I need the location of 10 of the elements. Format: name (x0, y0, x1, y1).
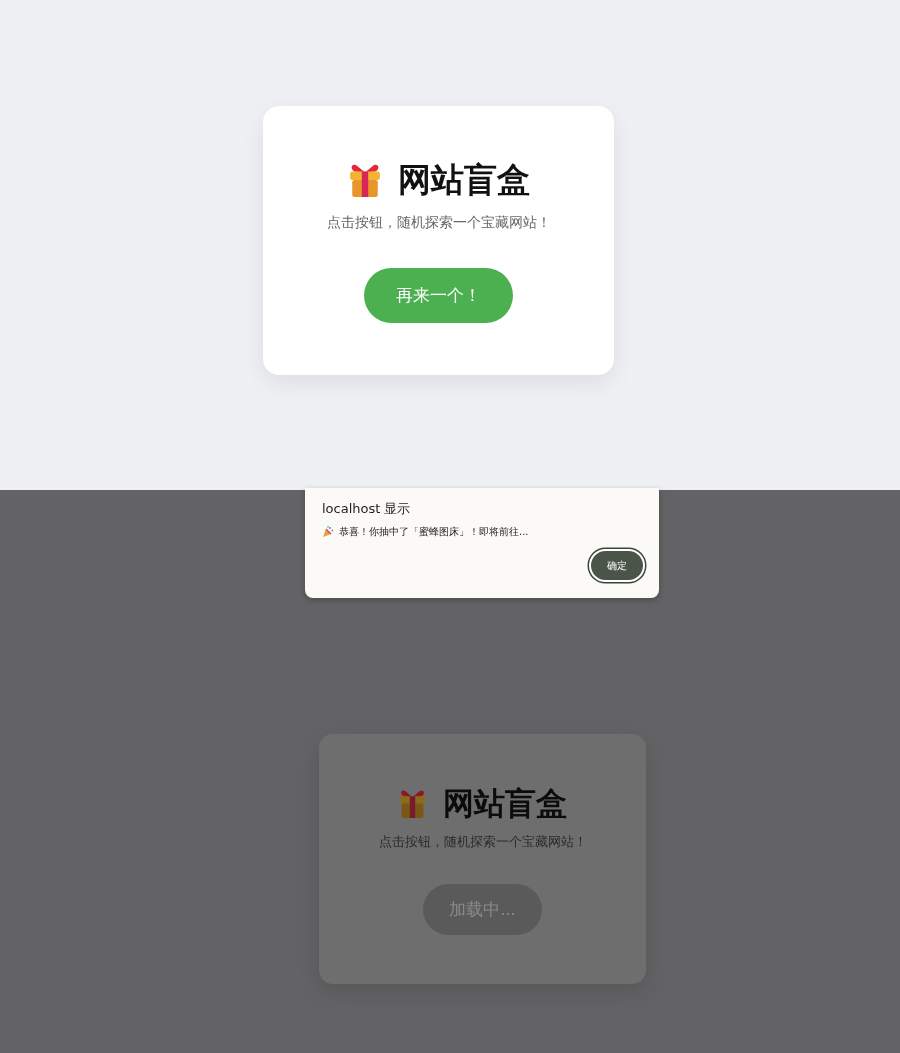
title: 网站盲盒 (443, 786, 567, 821)
dialog-message: 恭喜！你抽中了「蜜蜂图床」！即将前往... (339, 525, 529, 538)
ok-button[interactable]: 确定 (589, 549, 645, 582)
draw-button[interactable]: 再来一个！ (364, 268, 513, 324)
gift-icon (347, 163, 382, 198)
gift-icon (398, 788, 427, 818)
subtitle: 点击按钮，随机探索一个宝藏网站！ (326, 214, 551, 233)
title: 网站盲盒 (397, 162, 530, 199)
dialog-title: localhost 显示 (322, 501, 412, 517)
party-popper-icon (322, 525, 333, 538)
